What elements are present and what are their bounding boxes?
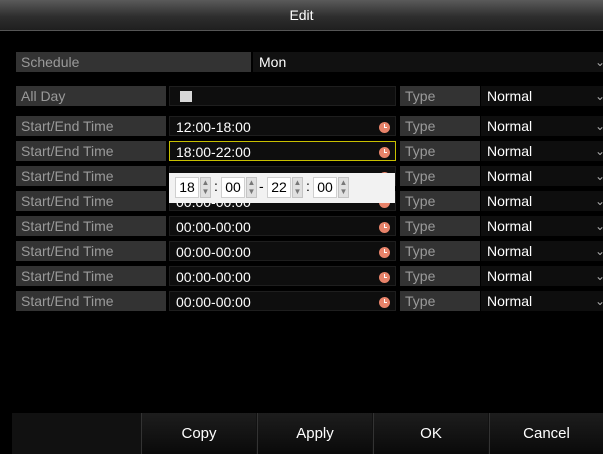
ok-button[interactable]: OK xyxy=(373,413,488,454)
start-end-time-label: Start/End Time xyxy=(16,166,166,186)
clock-icon[interactable] xyxy=(379,122,390,133)
apply-button[interactable]: Apply xyxy=(257,413,372,454)
edit-dialog: Edit Schedule Mon ⌄ All Day Type Normal … xyxy=(0,0,603,454)
type-dropdown[interactable]: Normal ⌄ xyxy=(481,141,603,161)
time-range-value: 00:00-00:00 xyxy=(176,269,251,285)
schedule-label: Schedule xyxy=(16,52,251,72)
chevron-down-icon: ⌄ xyxy=(594,169,603,183)
time-range-field[interactable]: 12:00-18:00 xyxy=(169,116,396,136)
chevron-down-icon: ⌄ xyxy=(594,55,603,69)
type-value: Normal xyxy=(487,268,533,284)
type-dropdown[interactable]: Normal ⌄ xyxy=(481,291,603,311)
type-label: Type xyxy=(400,166,480,186)
type-dropdown[interactable]: Normal ⌄ xyxy=(481,191,603,211)
clock-icon[interactable] xyxy=(379,247,390,258)
time-range-field[interactable]: 00:00-00:00 xyxy=(169,241,396,261)
chevron-down-icon: ⌄ xyxy=(594,219,603,233)
type-label: Type xyxy=(400,86,480,106)
type-dropdown[interactable]: Normal ⌄ xyxy=(481,216,603,236)
time-range-field[interactable]: 00:00-00:00 xyxy=(169,291,396,311)
schedule-value: Mon xyxy=(259,54,287,70)
chevron-down-icon: ⌄ xyxy=(594,294,603,308)
start-end-time-label: Start/End Time xyxy=(16,291,166,311)
type-dropdown[interactable]: Normal ⌄ xyxy=(481,266,603,286)
chevron-down-icon: ⌄ xyxy=(594,144,603,158)
cancel-button[interactable]: Cancel xyxy=(489,413,603,454)
type-label: Type xyxy=(400,216,480,236)
clock-icon[interactable] xyxy=(379,297,390,308)
type-value: Normal xyxy=(487,243,533,259)
type-dropdown[interactable]: Normal ⌄ xyxy=(481,86,603,106)
spinner-arrows-icon[interactable]: ▲ ▼ xyxy=(338,177,349,198)
time-range-field[interactable]: 18:00-22:00 xyxy=(169,141,396,161)
chevron-down-icon: ⌄ xyxy=(594,89,603,103)
start-end-time-label: Start/End Time xyxy=(16,141,166,161)
spinner-arrows-icon[interactable]: ▲ ▼ xyxy=(200,177,211,198)
colon-separator: : xyxy=(306,178,310,194)
start-end-time-label: Start/End Time xyxy=(16,266,166,286)
start-end-time-label: Start/End Time xyxy=(16,191,166,211)
type-label: Type xyxy=(400,116,480,136)
type-value: Normal xyxy=(487,218,533,234)
type-dropdown[interactable]: Normal ⌄ xyxy=(481,116,603,136)
type-label: Type xyxy=(400,266,480,286)
chevron-down-icon: ⌄ xyxy=(594,244,603,258)
type-value: Normal xyxy=(487,143,533,159)
type-label: Type xyxy=(400,141,480,161)
all-day-label: All Day xyxy=(16,86,166,106)
start-hour-input[interactable]: 18 xyxy=(175,177,199,198)
end-hour-input[interactable]: 22 xyxy=(267,177,291,198)
start-minute-input[interactable]: 00 xyxy=(221,177,245,198)
type-value: Normal xyxy=(487,293,533,309)
time-editor: 18 ▲ ▼ : 00 ▲ ▼ - 22 ▲ ▼ : 00 ▲ ▼ xyxy=(169,173,395,203)
dash-separator: - xyxy=(259,178,264,194)
chevron-down-icon: ⌄ xyxy=(594,269,603,283)
type-label: Type xyxy=(400,291,480,311)
time-range-value: 00:00-00:00 xyxy=(176,219,251,235)
schedule-dropdown[interactable]: Mon ⌄ xyxy=(253,52,603,72)
start-end-time-label: Start/End Time xyxy=(16,116,166,136)
time-range-field[interactable]: 00:00-00:00 xyxy=(169,216,396,236)
time-range-value: 18:00-22:00 xyxy=(176,144,251,160)
type-value: Normal xyxy=(487,88,533,104)
chevron-down-icon: ⌄ xyxy=(594,119,603,133)
type-dropdown[interactable]: Normal ⌄ xyxy=(481,241,603,261)
dialog-title: Edit xyxy=(289,7,314,23)
clock-icon[interactable] xyxy=(379,222,390,233)
type-value: Normal xyxy=(487,193,533,209)
start-end-time-label: Start/End Time xyxy=(16,216,166,236)
all-day-checkbox-cell xyxy=(169,86,396,106)
copy-button[interactable]: Copy xyxy=(141,413,256,454)
colon-separator: : xyxy=(214,178,218,194)
time-range-value: 12:00-18:00 xyxy=(176,119,251,135)
type-label: Type xyxy=(400,241,480,261)
clock-icon[interactable] xyxy=(379,147,390,158)
type-value: Normal xyxy=(487,118,533,134)
time-range-field[interactable]: 00:00-00:00 xyxy=(169,266,396,286)
title-bar: Edit xyxy=(0,0,603,31)
chevron-down-icon: ⌄ xyxy=(594,194,603,208)
clock-icon[interactable] xyxy=(379,272,390,283)
type-value: Normal xyxy=(487,168,533,184)
spinner-arrows-icon[interactable]: ▲ ▼ xyxy=(292,177,303,198)
all-day-checkbox[interactable] xyxy=(180,91,192,102)
start-end-time-label: Start/End Time xyxy=(16,241,166,261)
type-label: Type xyxy=(400,191,480,211)
time-range-value: 00:00-00:00 xyxy=(176,244,251,260)
type-dropdown[interactable]: Normal ⌄ xyxy=(481,166,603,186)
time-range-value: 00:00-00:00 xyxy=(176,294,251,310)
end-minute-input[interactable]: 00 xyxy=(313,177,337,198)
spinner-arrows-icon[interactable]: ▲ ▼ xyxy=(246,177,257,198)
